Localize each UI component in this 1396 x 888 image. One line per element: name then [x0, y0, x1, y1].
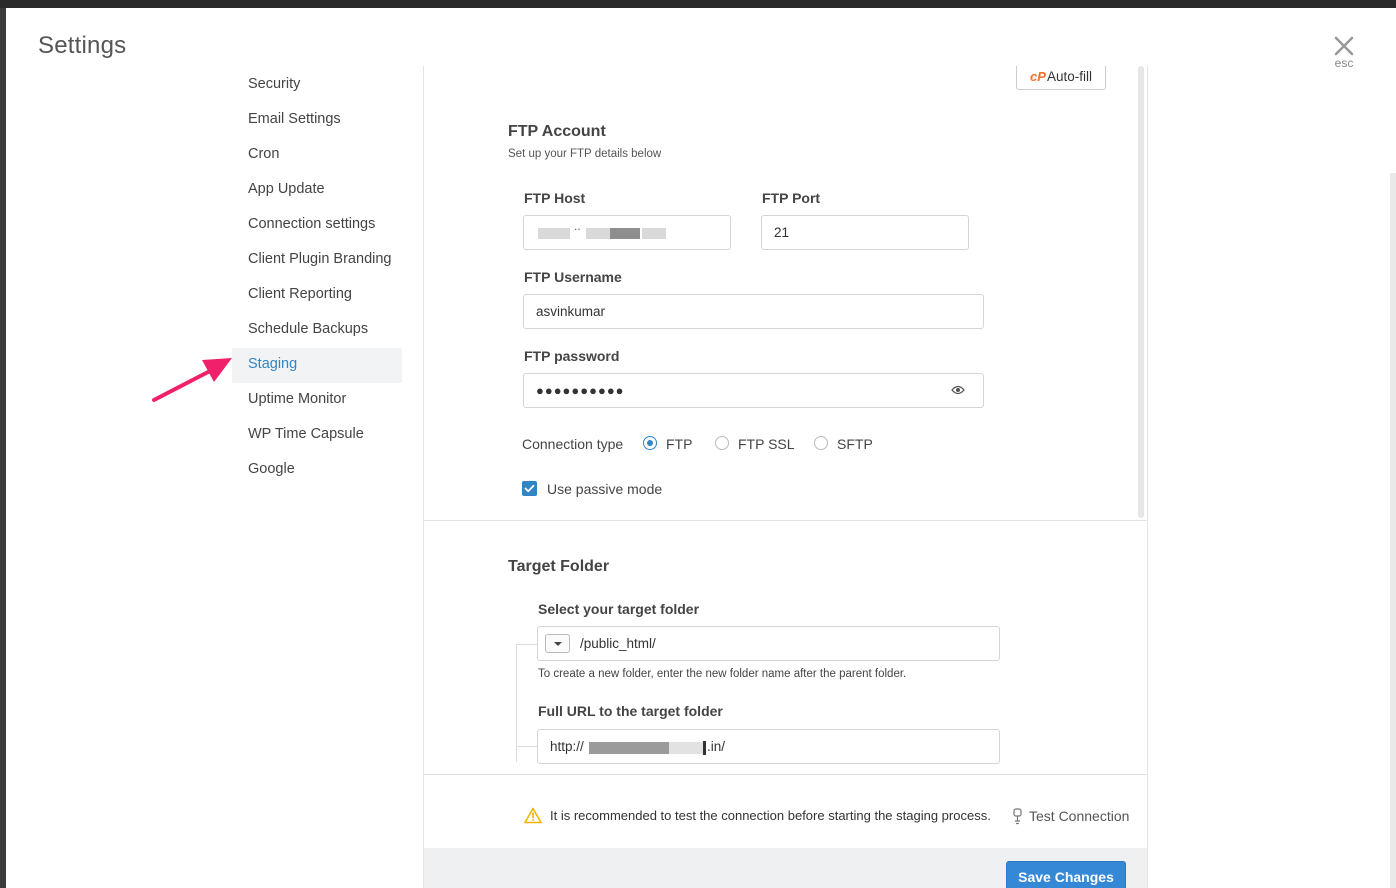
connection-type-label: Connection type [522, 436, 624, 452]
target-folder-label: Select your target folder [538, 601, 700, 617]
tree-connector-line [516, 644, 517, 762]
redacted-text [586, 228, 610, 239]
sidebar-item-client-reporting[interactable]: Client Reporting [232, 278, 402, 313]
close-button[interactable]: esc [1326, 36, 1362, 70]
ftp-password-value: ●●●●●●●●●● [536, 383, 625, 398]
cpanel-logo-icon: cP [1030, 69, 1046, 84]
sidebar-item-email-settings[interactable]: Email Settings [232, 103, 402, 138]
ftp-host-input[interactable]: .. [523, 215, 731, 250]
sidebar-item-cron[interactable]: Cron [232, 138, 402, 173]
tree-connector-line [516, 746, 537, 747]
target-url-label: Full URL to the target folder [538, 703, 723, 719]
radio-unchecked-icon [814, 436, 828, 450]
sidebar-item-google[interactable]: Google [232, 453, 402, 488]
pointer-arrow-icon [152, 358, 232, 402]
warning-text: It is recommended to test the connection… [550, 808, 991, 823]
ftp-port-label: FTP Port [762, 190, 821, 206]
redacted-text [703, 741, 706, 755]
target-url-prefix: http:// [550, 739, 584, 754]
esc-hint: esc [1334, 56, 1354, 70]
sidebar-item-client-plugin-branding[interactable]: Client Plugin Branding [232, 243, 402, 278]
redacted-text [642, 228, 666, 239]
show-password-eye-icon[interactable] [951, 384, 965, 396]
settings-sidebar: Security Email Settings Cron App Update … [232, 68, 402, 488]
redacted-text [589, 742, 669, 754]
checkmark-icon [524, 484, 535, 493]
window-top-bar [0, 0, 1396, 8]
sidebar-item-connection-settings[interactable]: Connection settings [232, 208, 402, 243]
section-divider [424, 520, 1147, 521]
tree-connector-line [516, 644, 537, 645]
redacted-text [538, 228, 570, 239]
connection-type-ftp-label: FTP [666, 436, 693, 452]
ftp-username-label: FTP Username [524, 269, 622, 285]
redacted-text [610, 228, 640, 239]
staging-settings-panel: cPAuto-fill FTP Account Set up your FTP … [423, 66, 1148, 888]
folder-dropdown-icon[interactable] [545, 634, 570, 653]
cpanel-autofill-button[interactable]: cPAuto-fill [1016, 66, 1106, 90]
radio-unchecked-icon [715, 436, 729, 450]
modal-title: Settings [38, 32, 127, 59]
close-icon [1334, 36, 1354, 56]
save-changes-button[interactable]: Save Changes [1006, 861, 1126, 888]
sidebar-item-security[interactable]: Security [232, 68, 402, 103]
ftp-username-input[interactable]: asvinkumar [523, 294, 984, 329]
sidebar-item-staging[interactable]: Staging [232, 348, 402, 383]
target-folder-value: /public_html/ [580, 636, 656, 651]
ftp-port-input[interactable]: 21 [761, 215, 969, 250]
ftp-password-label: FTP password [524, 348, 620, 364]
target-folder-input[interactable]: /public_html/ [537, 626, 1000, 661]
ftp-account-subtitle: Set up your FTP details below [508, 148, 662, 160]
passive-mode-label: Use passive mode [547, 481, 663, 497]
radio-checked-icon [643, 436, 657, 450]
target-url-suffix: .in/ [707, 739, 726, 754]
autofill-label: Auto-fill [1046, 69, 1092, 84]
section-divider [424, 774, 1147, 775]
ftp-account-title: FTP Account [508, 123, 606, 140]
checkbox-checked-icon [522, 481, 537, 496]
sidebar-item-wp-time-capsule[interactable]: WP Time Capsule [232, 418, 402, 453]
connection-type-sftp-label: SFTP [837, 436, 873, 452]
ftp-host-value: .. [574, 219, 581, 233]
sidebar-item-schedule-backups[interactable]: Schedule Backups [232, 313, 402, 348]
redacted-text [669, 742, 703, 754]
ftp-host-label: FTP Host [524, 190, 586, 206]
sidebar-item-uptime-monitor[interactable]: Uptime Monitor [232, 383, 402, 418]
target-folder-hint: To create a new folder, enter the new fo… [538, 668, 907, 680]
modal-scrollbar[interactable] [1390, 173, 1396, 888]
settings-modal: Settings esc Security Email Settings Cro… [6, 8, 1396, 888]
target-url-input[interactable]: http:// .in/ [537, 729, 1000, 764]
panel-scrollbar[interactable] [1138, 66, 1144, 518]
target-folder-title: Target Folder [508, 558, 610, 575]
ftp-password-input[interactable]: ●●●●●●●●●● [523, 373, 984, 408]
plug-icon [1013, 808, 1022, 825]
warning-icon [524, 807, 542, 824]
test-connection-label: Test Connection [1029, 808, 1130, 824]
connection-type-ftp-ssl-label: FTP SSL [738, 436, 795, 452]
sidebar-item-app-update[interactable]: App Update [232, 173, 402, 208]
